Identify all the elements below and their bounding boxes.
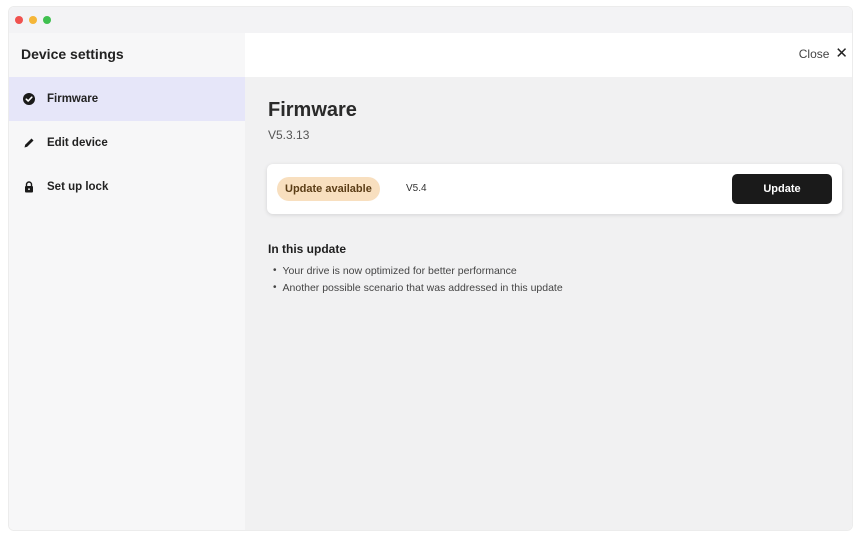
sidebar-item-firmware[interactable]: Firmware [9, 77, 245, 121]
title-bar [9, 7, 852, 33]
release-note-text: Another possible scenario that was addre… [282, 281, 563, 294]
pencil-icon [23, 137, 35, 149]
close-button[interactable]: Close ✕ [799, 46, 848, 61]
update-card: Update available V5.4 Update [267, 164, 842, 214]
sidebar: Firmware Edit device Set up lock [9, 77, 245, 530]
check-circle-icon [23, 93, 35, 105]
lock-icon [23, 181, 35, 193]
new-version: V5.4 [406, 183, 427, 194]
app-window: Device settings Close ✕ Firmware Edit de… [8, 6, 853, 531]
minimize-window-button[interactable] [29, 16, 37, 24]
page-header-title: Device settings [21, 46, 124, 62]
header: Device settings Close ✕ [9, 33, 852, 77]
page-title: Firmware [268, 99, 357, 121]
sidebar-item-edit-device[interactable]: Edit device [9, 121, 245, 165]
list-item: • Another possible scenario that was add… [273, 279, 563, 296]
zoom-window-button[interactable] [43, 16, 51, 24]
sidebar-item-label: Firmware [47, 93, 99, 105]
sidebar-item-label: Edit device [47, 137, 108, 149]
close-icon: ✕ [835, 45, 848, 62]
current-version: V5.3.13 [268, 128, 310, 142]
sidebar-item-set-up-lock[interactable]: Set up lock [9, 165, 245, 209]
status-badge: Update available [277, 177, 380, 201]
main-content: Firmware V5.3.13 Update available V5.4 U… [245, 77, 852, 530]
bullet-icon: • [273, 282, 277, 293]
update-button[interactable]: Update [732, 174, 832, 204]
release-notes-heading: In this update [268, 242, 346, 256]
release-note-text: Your drive is now optimized for better p… [282, 264, 517, 277]
release-notes-list: • Your drive is now optimized for better… [273, 262, 563, 296]
close-button-label: Close [798, 46, 830, 61]
sidebar-item-label: Set up lock [47, 181, 109, 193]
header-left-panel: Device settings [9, 33, 245, 77]
list-item: • Your drive is now optimized for better… [273, 262, 563, 279]
bullet-icon: • [273, 265, 277, 276]
close-window-button[interactable] [15, 16, 23, 24]
